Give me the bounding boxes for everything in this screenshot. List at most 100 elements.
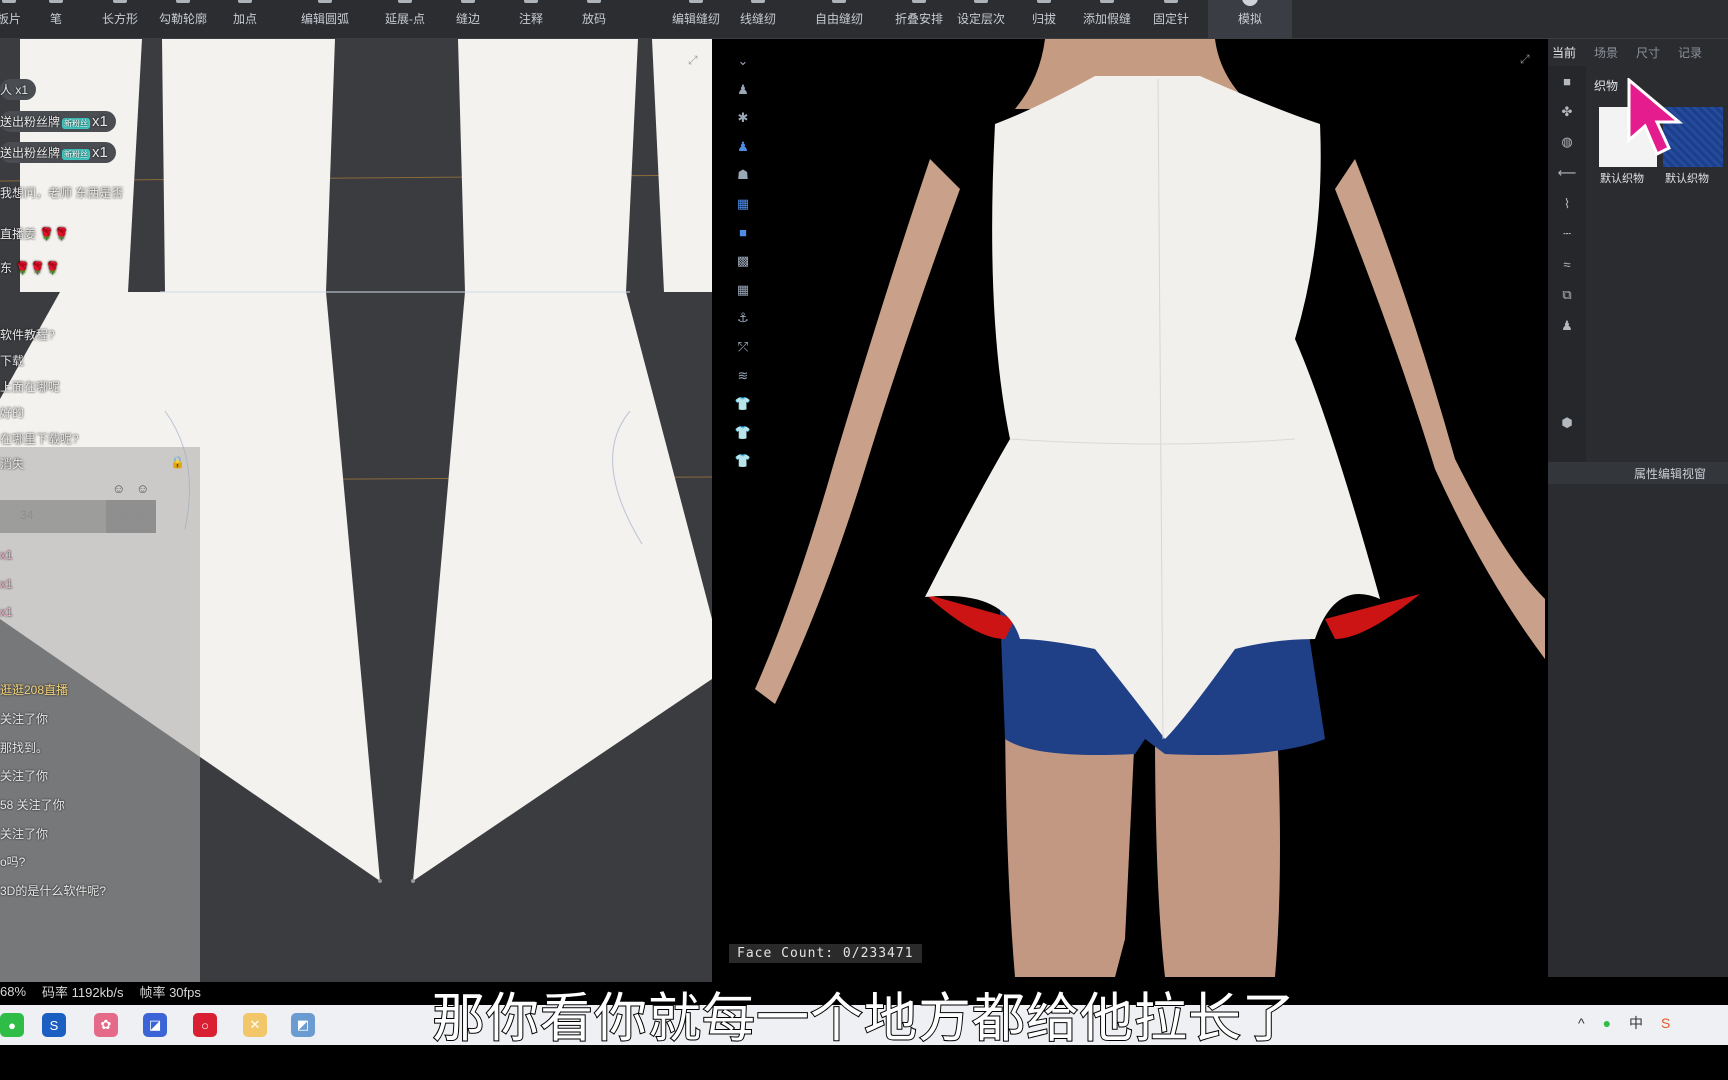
tool-edit-curve[interactable]: 编辑圆弧 [298, 0, 352, 38]
video-letterbox [0, 1045, 1728, 1080]
anchor-icon[interactable]: ⚓ [732, 307, 754, 329]
button-icon[interactable]: ✤ [1548, 97, 1586, 128]
fabric-caption: 默认织物 [1665, 173, 1709, 185]
tool-extend-point[interactable]: 延展-点 [380, 0, 430, 38]
chat-message: 关注了你 [0, 827, 49, 841]
trace-icon [176, 0, 190, 3]
tool-tack[interactable]: 添加假缝 [1080, 0, 1134, 38]
simulate-icon [1242, 0, 1258, 6]
chat-message: 关注了你 [0, 712, 49, 726]
elastic-icon[interactable]: ⧉ [1548, 280, 1586, 311]
texture-icon[interactable]: ▩ [732, 250, 754, 272]
checker-icon[interactable]: ▦ [732, 193, 754, 215]
chat-message: 逛逛208直播 [0, 683, 69, 697]
chat-gift: x1 [0, 548, 13, 562]
avatar-group-icon[interactable]: ☗ [732, 164, 754, 186]
chat-message: 人 x1 [0, 79, 37, 100]
chat-message: 那找到。 [0, 741, 49, 755]
pattern-piece-back-peplum[interactable] [413, 292, 712, 881]
pin-icon [1164, 0, 1178, 3]
fold-arrange-icon [912, 0, 926, 3]
zigzag-icon[interactable]: ≈ [1548, 250, 1586, 281]
tool-free-sewing[interactable]: 自由缝纫 [812, 0, 866, 38]
tool-pin[interactable]: 固定针 [1150, 0, 1192, 38]
pattern-point[interactable] [411, 879, 415, 883]
fabric-caption: 默认织物 [1600, 173, 1644, 185]
chat-message: 在哪里下载呢? [0, 432, 79, 446]
wind-icon[interactable]: ≋ [732, 365, 754, 387]
tab-scene[interactable]: 场景 [1594, 44, 1618, 61]
tool-fold-arrange[interactable]: 折叠安排 [892, 0, 946, 38]
chat-message: 下载 [0, 354, 25, 368]
tack-icon [1100, 0, 1114, 3]
grid-icon[interactable]: ▦ [732, 279, 754, 301]
edit-curve-icon [318, 0, 332, 3]
avatar-blue-icon[interactable]: ♟ [732, 136, 754, 158]
shirt-outline-icon[interactable]: 👕 [732, 450, 754, 472]
tool-rectangle[interactable]: 长方形 [98, 0, 142, 38]
expand-icon[interactable]: ⤢ [687, 53, 698, 67]
tool-annotation[interactable]: 注释 [517, 0, 545, 38]
tool-segment-sewing[interactable]: 线缝纫 [738, 0, 778, 38]
chat-message: 软件教程? [0, 328, 55, 342]
send-button[interactable]: 发送 [106, 500, 156, 533]
smile-icon[interactable]: ☺ [136, 481, 149, 496]
video-subtitle: 那你看你就每一个地方都给他拉长了 [431, 987, 1296, 1050]
stitch-icon[interactable]: ┄ [1548, 219, 1586, 250]
chevron-down-icon[interactable]: ⌄ [732, 50, 754, 72]
zipper-icon[interactable]: ⌇ [1548, 188, 1586, 219]
tab-history[interactable]: 记录 [1678, 44, 1702, 61]
chat-message: 东 🌹🌹🌹 [0, 261, 61, 275]
segment-sewing-icon [751, 0, 765, 3]
tool-pen[interactable]: 笔 [44, 0, 68, 38]
tool-grading[interactable]: 放码 [580, 0, 608, 38]
tool-set-layer[interactable]: 设定层次 [954, 0, 1008, 38]
object-box-icon[interactable]: ⬢ [1548, 407, 1586, 438]
tool-simulate[interactable]: 模拟 [1208, 0, 1292, 38]
layer-icon [974, 0, 988, 3]
square-icon[interactable]: ■ [732, 222, 754, 244]
tool-shrink[interactable]: 归拔 [1030, 0, 1058, 38]
pattern-piece-center-right-top[interactable] [458, 39, 638, 292]
tab-current[interactable]: 当前 [1552, 44, 1576, 61]
avatar-icon[interactable]: ♟ [732, 79, 754, 101]
seam-icon [461, 0, 475, 3]
tool-pattern[interactable]: 板片 [0, 0, 21, 38]
tool-edit-sewing[interactable]: 编辑缝纫 [669, 0, 723, 38]
chat-message: 3D的是什么软件呢? [0, 884, 107, 898]
fabric-icon[interactable]: ■ [1548, 66, 1586, 97]
fabric-section-label: 织物 [1594, 79, 1619, 93]
shirt-blue-icon[interactable]: 👕 [732, 393, 754, 415]
avatar-icon[interactable]: ♟ [1548, 311, 1586, 342]
cursor-icon [1627, 78, 1684, 157]
top-toolbar: 板片 笔 长方形 勾勒轮廓 加点 编辑圆弧 延展-点 缝边 注释 放码 编辑缝纫… [0, 0, 1728, 39]
topstitch-icon[interactable]: ⟵ [1548, 158, 1586, 189]
add-point-icon [238, 0, 252, 3]
property-editor-header: 属性编辑视窗 [1548, 462, 1728, 484]
chat-message: 好的 [0, 406, 25, 420]
rectangle-icon [113, 0, 127, 3]
pattern-piece-right-top[interactable] [652, 39, 712, 292]
viewport-3d[interactable] [715, 39, 1545, 977]
chat-gift: x1 [0, 605, 13, 619]
tool-trace[interactable]: 勾勒轮廓 [157, 0, 209, 38]
peplum-top [925, 76, 1380, 739]
grading-icon [587, 0, 601, 3]
shrink-icon [1037, 0, 1051, 3]
live-chat-overlay: 人 x1 送出粉丝牌 新粉丝 x1 送出粉丝牌 新粉丝 x1 我想问，老师 东西是否 直… [0, 39, 200, 982]
free-sewing-icon [832, 0, 846, 3]
pose-icon[interactable]: ✱ [732, 107, 754, 129]
buttonhole-icon[interactable]: ◍ [1548, 127, 1586, 158]
emoji-icon[interactable]: ☺ [112, 481, 125, 496]
pattern-point[interactable] [378, 879, 382, 883]
arrangement-icon[interactable]: ⤱ [732, 336, 754, 358]
tool-add-point[interactable]: 加点 [226, 0, 264, 38]
expand-icon[interactable]: ⤢ [1520, 52, 1530, 67]
pen-icon [49, 0, 63, 3]
left-arm [755, 159, 960, 704]
shirt-blue2-icon[interactable]: 👕 [732, 422, 754, 444]
viewport-toolbar: ⌄ ♟ ✱ ♟ ☗ ▦ ■ ▩ ▦ ⚓ ⤱ ≋ 👕 👕 👕 [728, 50, 758, 479]
tool-seam-allowance[interactable]: 缝边 [454, 0, 482, 38]
lock-icon[interactable]: 🔒 [170, 455, 185, 469]
tab-size[interactable]: 尺寸 [1636, 44, 1660, 61]
